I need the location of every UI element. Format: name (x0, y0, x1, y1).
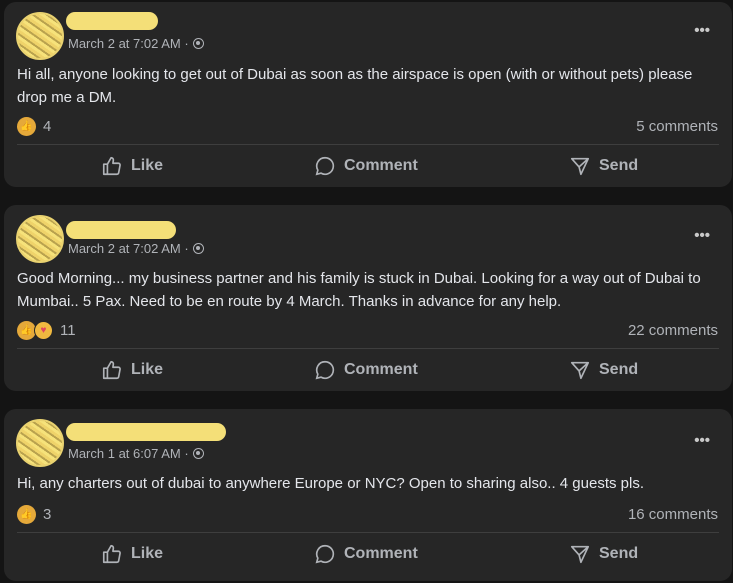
like-label: Like (131, 361, 164, 378)
comment-button[interactable]: Comment (314, 350, 418, 390)
comment-label: Comment (344, 545, 418, 562)
speech-bubble-icon (315, 156, 335, 176)
paper-plane-icon (570, 157, 590, 176)
comment-button[interactable]: Comment (314, 146, 418, 186)
thumbs-up-icon (102, 544, 121, 564)
post-text: Good Morning... my business partner and … (17, 270, 701, 310)
post-text: Hi, any charters out of dubai to anywher… (17, 475, 645, 492)
reactions-summary[interactable]: 👍 4 (17, 115, 51, 137)
post-meta: March 2 at 7:02 AM · (68, 36, 204, 51)
post-card: March 1 at 6:07 AM · ••• Hi, any charter… (4, 409, 732, 581)
author-name-redacted[interactable] (66, 423, 226, 441)
reaction-count: 3 (43, 505, 52, 523)
globe-icon (192, 448, 204, 459)
like-label: Like (131, 545, 164, 562)
care-reaction-icon: ♥ (34, 320, 53, 340)
post-header: March 2 at 7:02 AM · ••• (4, 205, 732, 265)
reactions-summary[interactable]: 👍 ♥ 11 (17, 319, 76, 341)
divider (17, 348, 719, 349)
thumbs-up-icon (102, 360, 121, 380)
divider (17, 532, 719, 533)
action-bar: Like Comment Send (4, 146, 732, 186)
globe-icon (192, 243, 204, 254)
send-label: Send (599, 545, 639, 562)
author-name-redacted[interactable] (66, 221, 176, 239)
more-options-button[interactable]: ••• (694, 227, 710, 244)
post-meta: March 1 at 6:07 AM · (68, 446, 204, 461)
send-label: Send (599, 157, 639, 174)
paper-plane-icon (570, 361, 590, 380)
globe-icon (192, 38, 204, 49)
comment-count[interactable]: 5 comments (636, 118, 718, 135)
like-reaction-icon: 👍 (17, 116, 36, 136)
send-button[interactable]: Send (569, 146, 638, 186)
thumbs-up-icon (102, 156, 121, 176)
like-button[interactable]: Like (101, 146, 163, 186)
speech-bubble-icon (315, 544, 335, 564)
paper-plane-icon (570, 545, 590, 564)
comment-label: Comment (344, 361, 418, 378)
post-timestamp[interactable]: March 2 at 7:02 AM · (68, 36, 189, 51)
post-header: March 2 at 7:02 AM · ••• (4, 2, 732, 62)
post-meta: March 2 at 7:02 AM · (68, 241, 204, 256)
post-timestamp[interactable]: March 1 at 6:07 AM · (68, 446, 189, 461)
more-options-button[interactable]: ••• (694, 432, 710, 449)
more-options-button[interactable]: ••• (694, 22, 710, 39)
like-button[interactable]: Like (101, 350, 163, 390)
send-button[interactable]: Send (569, 534, 638, 574)
reaction-count: 4 (43, 117, 52, 135)
divider (17, 144, 719, 145)
reaction-count: 11 (60, 321, 76, 339)
avatar[interactable] (16, 419, 64, 467)
post-card: March 2 at 7:02 AM · ••• Good Morning...… (4, 205, 732, 391)
speech-bubble-icon (315, 360, 335, 380)
comment-label: Comment (344, 157, 418, 174)
action-bar: Like Comment Send (4, 350, 732, 390)
comment-button[interactable]: Comment (314, 534, 418, 574)
send-button[interactable]: Send (569, 350, 638, 390)
post-text: Hi all, anyone looking to get out of Dub… (17, 66, 693, 106)
post-header: March 1 at 6:07 AM · ••• (4, 409, 732, 469)
avatar[interactable] (16, 12, 64, 60)
comment-count[interactable]: 22 comments (628, 322, 718, 339)
like-reaction-icon: 👍 (17, 504, 36, 524)
send-label: Send (599, 361, 639, 378)
avatar[interactable] (16, 215, 64, 263)
comment-count[interactable]: 16 comments (628, 506, 718, 523)
reactions-summary[interactable]: 👍 3 (17, 503, 51, 525)
post-card: March 2 at 7:02 AM · ••• Hi all, anyone … (4, 2, 732, 187)
post-timestamp[interactable]: March 2 at 7:02 AM · (68, 241, 189, 256)
action-bar: Like Comment Send (4, 534, 732, 574)
like-button[interactable]: Like (101, 534, 163, 574)
author-name-redacted[interactable] (66, 12, 158, 30)
like-label: Like (131, 157, 164, 174)
